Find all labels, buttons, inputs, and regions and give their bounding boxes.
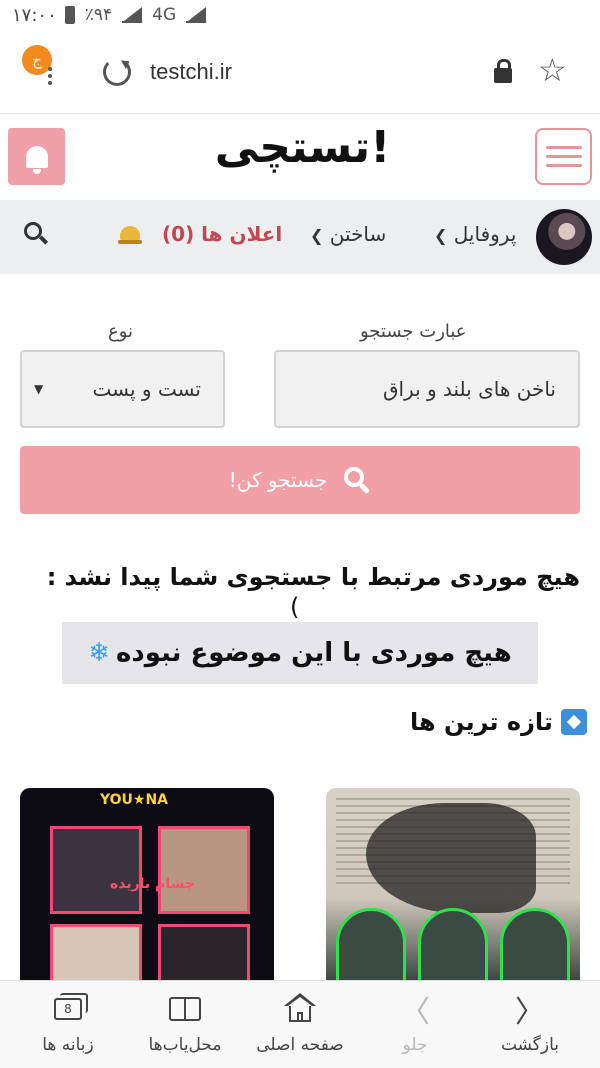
reload-icon[interactable] [103,58,131,86]
battery-level: ٪۹۴ [84,5,113,25]
person-image [336,908,406,988]
card-caption: چشام باریده [110,876,195,892]
butterfly-wing-image [366,803,536,913]
back-button[interactable]: 〉 بازگشت [470,989,590,1055]
snowflake-icon: ❄ [88,638,111,668]
hamburger-menu-button[interactable] [535,128,592,185]
home-label: صفحه اصلی [256,1035,344,1055]
tabs-icon: 8 [8,989,128,1029]
latest-card-1[interactable] [326,788,580,988]
chevron-down-icon: ❯ [310,226,324,245]
profile-label: پروفایل [453,222,517,246]
site-logo[interactable]: تستچی! [210,122,395,173]
search-button-label: جستجو کن! [228,468,328,492]
no-results-highlight: هیچ موردی با این موضوع نبوده ❄ [62,622,538,684]
site-header: تستچی! [0,114,600,200]
no-results-message: هیچ موردی مرتبط با جستجوی شما پیدا نشد : [46,563,580,591]
diamond-icon [560,709,587,735]
status-icons: ٪۹۴ 4G [64,5,207,25]
search-button[interactable]: جستجو کن! [20,446,580,514]
person-image [418,908,488,988]
card-top-text: YOU★NA [100,792,169,808]
latest-card-2[interactable]: YOU★NA چشام باریده [20,788,274,988]
book-icon [125,989,245,1029]
status-bar: ۱۷:۰۰ ٪۹۴ 4G [0,0,600,30]
back-label: بازگشت [500,1035,560,1055]
build-menu[interactable]: ساختن ❯ [306,222,386,246]
search-icon [341,465,371,495]
tabs-label: زبانه ها [42,1035,94,1055]
more-options-icon[interactable] [48,67,52,85]
network-type: 4G [152,5,177,25]
tabs-count: 8 [64,1002,72,1016]
signal-icon [122,7,143,23]
photo-tile [158,924,250,988]
bookmark-star-icon[interactable]: ☆ [538,54,567,86]
profile-menu[interactable]: پروفایل ❯ [430,222,516,246]
announcements-link[interactable]: اعلان ها (0) [162,222,282,246]
notifications-button[interactable] [8,128,65,185]
service-bell-icon [118,222,142,246]
search-input[interactable]: ناخن های بلند و براق [274,350,580,428]
signal-icon-2 [186,7,207,23]
build-label: ساختن [329,222,387,246]
person-image [500,908,570,988]
photo-tile [50,826,142,914]
bookmarks-button[interactable]: محل‌یاب‌ها [125,989,245,1055]
user-nav-bar: اعلان ها (0) ساختن ❯ پروفایل ❯ [0,200,600,274]
home-button[interactable]: صفحه اصلی [240,989,360,1055]
photo-tile [50,924,142,988]
dropdown-caret-icon: ▼ [34,382,44,396]
search-term-label: عبارت جستجو [360,321,467,342]
address-bar[interactable]: testchi.ir [150,59,232,85]
chevron-down-icon: ❯ [434,226,448,245]
chevron-left-icon: 〈 [400,995,430,1030]
tabs-button[interactable]: 8 زبانه ها [8,989,128,1055]
browser-bottom-nav: 〉 بازگشت 〈 جلو صفحه اصلی محل‌یاب‌ها 8 زب… [0,980,600,1068]
search-icon[interactable] [24,222,50,248]
latest-section-title: تازه ترین ها [410,708,587,736]
chevron-right-icon: 〉 [515,995,545,1030]
photo-tile [158,826,250,914]
status-time: ۱۷:۰۰ [12,4,57,26]
no-results-tail: ( [290,593,300,621]
forward-label: جلو [402,1035,428,1055]
battery-icon [64,6,75,24]
latest-title-text: تازه ترین ها [410,708,553,736]
type-select[interactable]: تست و پست ▼ [20,350,225,428]
forward-button[interactable]: 〈 جلو [355,989,475,1055]
home-icon [240,989,360,1029]
lock-icon[interactable] [494,59,512,83]
search-input-value: ناخن های بلند و براق [382,377,556,401]
search-type-label: نوع [108,321,134,342]
bell-icon [25,145,48,174]
type-select-value: تست و پست [92,377,201,401]
highlight-text: هیچ موردی با این موضوع نبوده [116,638,512,668]
avatar[interactable] [536,209,592,265]
bookmarks-label: محل‌یاب‌ها [148,1035,222,1055]
browser-toolbar: ج testchi.ir ☆ [0,30,600,114]
